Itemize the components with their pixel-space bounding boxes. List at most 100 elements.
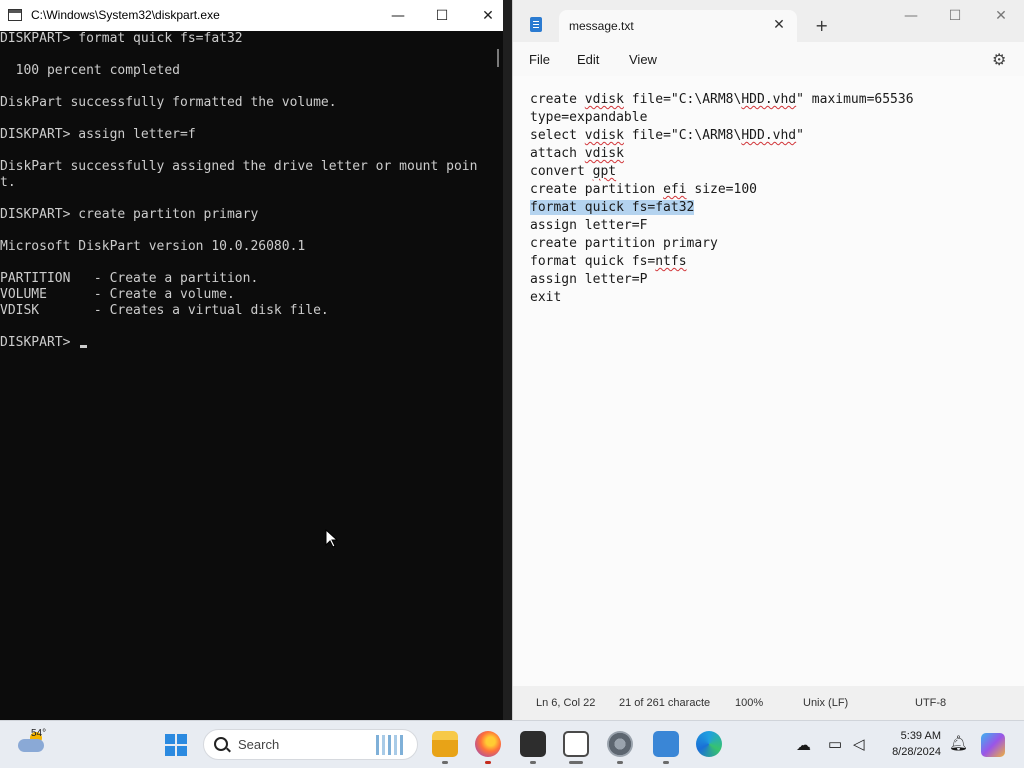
console-scrollbar[interactable] xyxy=(494,31,503,720)
misspelled-word: HDD.vhd xyxy=(741,128,797,143)
notepad-window[interactable]: message.txt ✕ + — ☐ ✕ File Edit View ⚙ c… xyxy=(512,0,1024,720)
diskpart-icon[interactable] xyxy=(563,731,589,757)
maximize-button[interactable]: ☐ xyxy=(419,0,465,31)
misspelled-word: vdisk xyxy=(584,92,624,107)
notepad-menubar: File Edit View ⚙ xyxy=(513,42,1024,76)
settings-gear-icon[interactable]: ⚙ xyxy=(992,50,1006,70)
editor-line: convert gpt xyxy=(530,163,616,181)
new-tab-button[interactable]: + xyxy=(815,16,828,35)
editor-text: create partition primary xyxy=(530,236,718,251)
editor-text: create xyxy=(530,92,585,107)
status-zoom[interactable]: 100% xyxy=(735,697,763,709)
console-titlebar[interactable]: C:\Windows\System32\diskpart.exe — ☐ ✕ xyxy=(0,0,503,31)
console-line: PARTITION - Create a partition. xyxy=(0,271,259,286)
settings-icon[interactable] xyxy=(607,731,633,757)
editor-text: file="C:\ARM8\ xyxy=(623,128,742,143)
close-icon: ✕ xyxy=(995,8,1007,24)
console-line: DISKPART> create partiton primary xyxy=(0,207,259,222)
editor-text: " maximum=65536 xyxy=(796,92,914,107)
status-encoding: UTF-8 xyxy=(915,697,947,709)
running-indicator xyxy=(617,761,623,764)
running-indicator xyxy=(530,761,536,764)
console-line: 100 percent completed xyxy=(0,63,181,78)
copilot-icon[interactable] xyxy=(981,733,1005,757)
editor-text: type=expandable xyxy=(530,110,648,125)
minimize-icon: — xyxy=(904,8,918,24)
editor-line: attach vdisk xyxy=(530,145,624,163)
console-line: DISKPART> xyxy=(0,335,494,351)
start-button[interactable] xyxy=(165,734,187,756)
console-window[interactable]: C:\Windows\System32\diskpart.exe — ☐ ✕ D… xyxy=(0,0,503,720)
edge-icon[interactable] xyxy=(696,731,722,757)
console-app-icon xyxy=(8,9,22,21)
console-title: C:\Windows\System32\diskpart.exe xyxy=(31,8,220,22)
notepad-tabstrip: message.txt ✕ + — ☐ ✕ xyxy=(513,0,1024,42)
misspelled-word: efi xyxy=(663,182,687,197)
editor-text: exit xyxy=(530,290,562,305)
clock-time[interactable]: 5:39 AM xyxy=(885,730,941,742)
editor-line: type=expandable xyxy=(530,109,647,127)
menu-edit[interactable]: Edit xyxy=(577,52,599,67)
network-icon[interactable]: ▭ xyxy=(828,735,842,753)
tab-close-icon[interactable]: ✕ xyxy=(770,16,788,34)
taskbar-search-box[interactable]: Search xyxy=(203,729,418,760)
notepad-statusbar: Ln 6, Col 22 21 of 261 characte 100% Uni… xyxy=(513,686,1024,720)
window-divider xyxy=(503,0,512,720)
volume-icon[interactable]: ◁ xyxy=(853,735,865,753)
onedrive-icon[interactable]: ☁ xyxy=(796,736,811,754)
scrollbar-thumb[interactable] xyxy=(497,49,499,67)
weather-temperature: 54° xyxy=(31,728,47,739)
close-icon: ✕ xyxy=(482,7,494,24)
misspelled-word: vdisk xyxy=(584,146,624,161)
running-indicator xyxy=(485,761,491,764)
editor-line: format quick fs=ntfs xyxy=(530,253,687,271)
editor-line: assign letter=P xyxy=(530,271,647,289)
notepad-app-icon xyxy=(530,17,542,32)
close-button[interactable]: ✕ xyxy=(465,0,503,31)
editor-line: assign letter=F xyxy=(530,217,647,235)
menu-view[interactable]: View xyxy=(629,52,657,67)
running-indicator xyxy=(663,761,669,764)
console-line: DISKPART> format quick fs=fat32 xyxy=(0,31,243,46)
editor-text: format quick fs= xyxy=(530,254,656,269)
notification-bell-icon[interactable]: 🔔︎ xyxy=(949,734,968,752)
editor-line: create vdisk file="C:\ARM8\HDD.vhd" maxi… xyxy=(530,91,914,109)
misspelled-word: HDD.vhd xyxy=(741,92,797,107)
text-editor[interactable]: create vdisk file="C:\ARM8\HDD.vhd" maxi… xyxy=(513,76,1024,686)
notepad-minimize-button[interactable]: — xyxy=(888,0,934,32)
console-line: t. xyxy=(0,175,16,190)
console-output[interactable]: DISKPART> format quick fs=fat32 100 perc… xyxy=(0,31,494,720)
text-cursor xyxy=(80,345,88,348)
console-line: DISKPART> assign letter=f xyxy=(0,127,196,142)
editor-text: " xyxy=(796,128,804,143)
editor-text: convert xyxy=(530,164,593,179)
status-selection: 21 of 261 characte xyxy=(619,697,711,709)
terminal-icon[interactable] xyxy=(520,731,546,757)
minimize-button[interactable]: — xyxy=(375,0,421,31)
menu-file[interactable]: File xyxy=(529,52,550,67)
maximize-icon: ☐ xyxy=(435,7,449,24)
editor-line: create partition primary xyxy=(530,235,718,253)
console-line: DiskPart successfully assigned the drive… xyxy=(0,159,478,174)
firefox-icon[interactable] xyxy=(475,731,501,757)
notepad-close-button[interactable]: ✕ xyxy=(978,0,1024,32)
minimize-icon: — xyxy=(391,7,405,24)
search-placeholder: Search xyxy=(238,737,280,752)
file-explorer-icon[interactable] xyxy=(432,731,458,757)
selected-text: format quick fs=fat32 xyxy=(530,200,695,215)
console-line: VOLUME - Create a volume. xyxy=(0,287,235,302)
running-indicator xyxy=(442,761,448,764)
tab-message-txt[interactable]: message.txt ✕ xyxy=(559,10,797,42)
notepad-icon[interactable] xyxy=(653,731,679,757)
editor-text: assign letter=F xyxy=(530,218,648,233)
editor-text: select xyxy=(530,128,585,143)
clock-date[interactable]: 8/28/2024 xyxy=(880,746,941,758)
notepad-maximize-button[interactable]: ☐ xyxy=(932,0,978,32)
editor-line: select vdisk file="C:\ARM8\HDD.vhd" xyxy=(530,127,804,145)
